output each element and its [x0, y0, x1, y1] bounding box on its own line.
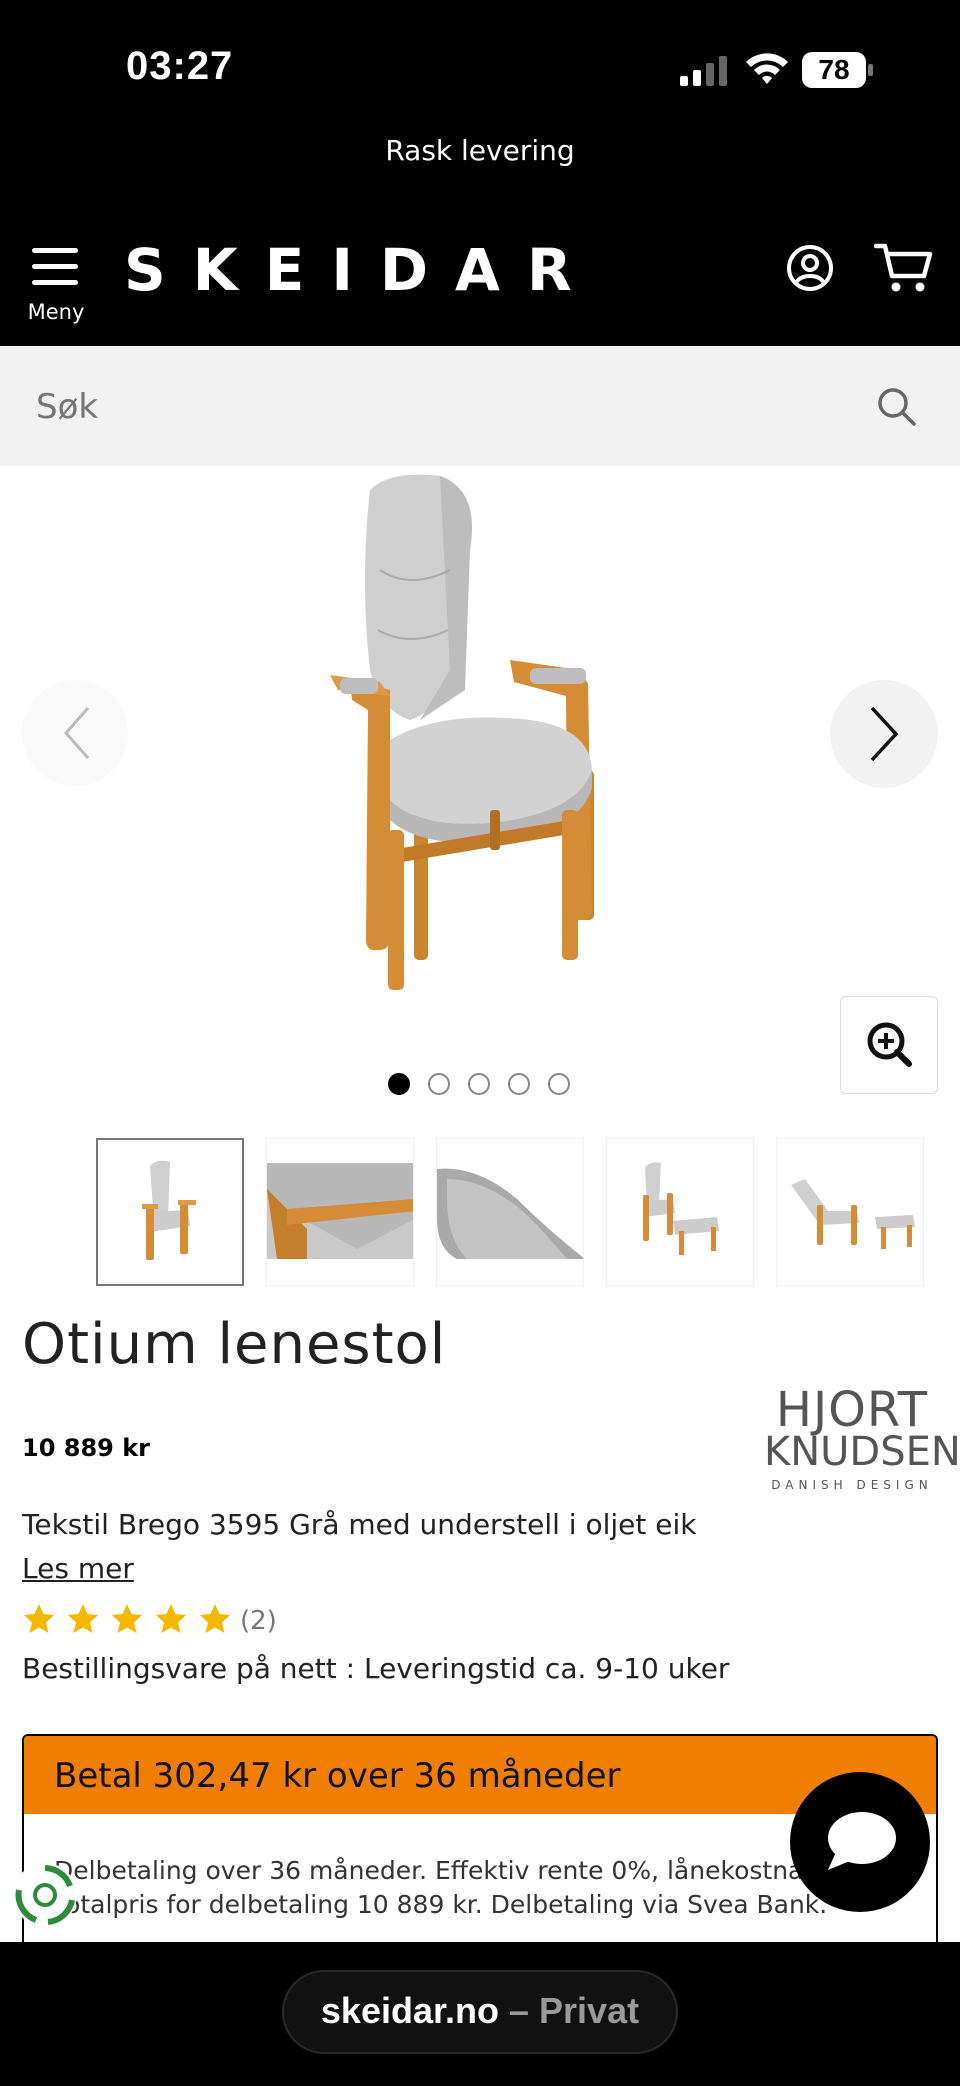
star-icon: [68, 1604, 98, 1633]
financing-line2: Totalpris for delbetaling 10 889 kr. Del…: [54, 1890, 828, 1919]
star-icon: [24, 1604, 54, 1633]
thumbnail-front[interactable]: [96, 1138, 244, 1286]
brand-line3: DANISH DESIGN: [771, 1478, 933, 1492]
star-icon: [200, 1604, 230, 1633]
search-input[interactable]: [36, 384, 856, 430]
gallery-dots: [388, 1073, 578, 1097]
brand-logo[interactable]: HJORT KNUDSEN DANISH DESIGN: [764, 1382, 960, 1494]
review-count[interactable]: (2): [240, 1606, 277, 1636]
url-domain: skeidar.no: [320, 1990, 499, 2031]
chevron-left-icon: [64, 707, 90, 759]
url-text: skeidar.no – Privat: [284, 1990, 676, 2032]
battery-level: 78: [818, 54, 850, 85]
financing-text: Delbetaling over 36 måneder. Effektiv re…: [54, 1854, 914, 1922]
gallery-dot[interactable]: [428, 1073, 450, 1095]
chat-bubble-icon: [828, 1812, 896, 1870]
status-time: 03:27: [126, 44, 234, 88]
user-circle-icon[interactable]: [786, 244, 834, 292]
gallery-dot[interactable]: [548, 1073, 570, 1095]
financing-title: Betal 302,47 kr over 36 måneder: [54, 1756, 621, 1796]
product-variant: Tekstil Brego 3595 Grå med understell i …: [22, 1508, 697, 1541]
zoom-button[interactable]: [840, 996, 938, 1094]
thumbnail-armrest[interactable]: [266, 1138, 414, 1286]
battery-icon: 78: [802, 52, 874, 88]
menu-button[interactable]: Meny: [18, 240, 94, 330]
cart-icon[interactable]: [874, 242, 934, 294]
gallery-prev-button[interactable]: [22, 680, 128, 786]
star-icon: [156, 1604, 186, 1633]
browsing-mode: Privat: [539, 1990, 640, 2031]
financing-line1: Delbetaling over 36 måneder. Effektiv re…: [54, 1856, 820, 1885]
delivery-info: Bestillingsvare på nett : Leveringstid c…: [22, 1652, 730, 1685]
product-title: Otium lenestol: [22, 1312, 447, 1377]
signal-icon: [680, 56, 727, 86]
hamburger-icon: [32, 248, 78, 286]
thumbnail-headrest[interactable]: [436, 1138, 584, 1286]
rating-stars[interactable]: [22, 1602, 232, 1640]
chat-button[interactable]: [790, 1772, 930, 1912]
gallery-dot[interactable]: [508, 1073, 530, 1095]
url-bar[interactable]: skeidar.no – Privat: [282, 1970, 678, 2054]
product-image[interactable]: [330, 470, 690, 1000]
url-separator: –: [499, 1990, 540, 2031]
thumbnail-with-footstool[interactable]: [606, 1138, 754, 1286]
read-more-link[interactable]: Les mer: [22, 1552, 134, 1585]
star-icon: [112, 1604, 142, 1633]
brand-line1: HJORT: [775, 1382, 929, 1438]
product-price: 10 889 kr: [22, 1434, 151, 1462]
eco-badge-icon[interactable]: [10, 1860, 80, 1930]
gallery-dot[interactable]: [468, 1073, 490, 1095]
search-icon[interactable]: [876, 386, 918, 428]
zoom-in-icon: [867, 1022, 912, 1067]
thumbnail-reclined[interactable]: [776, 1138, 924, 1286]
menu-label: Meny: [27, 300, 85, 324]
chevron-right-icon: [870, 706, 899, 762]
gallery-next-button[interactable]: [830, 680, 938, 788]
site-logo[interactable]: SKEIDAR: [124, 236, 599, 304]
status-bar: 03:27 78: [0, 0, 960, 130]
brand-line2: KNUDSEN: [764, 1429, 960, 1475]
gallery-dot[interactable]: [388, 1073, 410, 1095]
wifi-icon: [746, 53, 788, 84]
promo-text[interactable]: Rask levering: [0, 134, 960, 167]
